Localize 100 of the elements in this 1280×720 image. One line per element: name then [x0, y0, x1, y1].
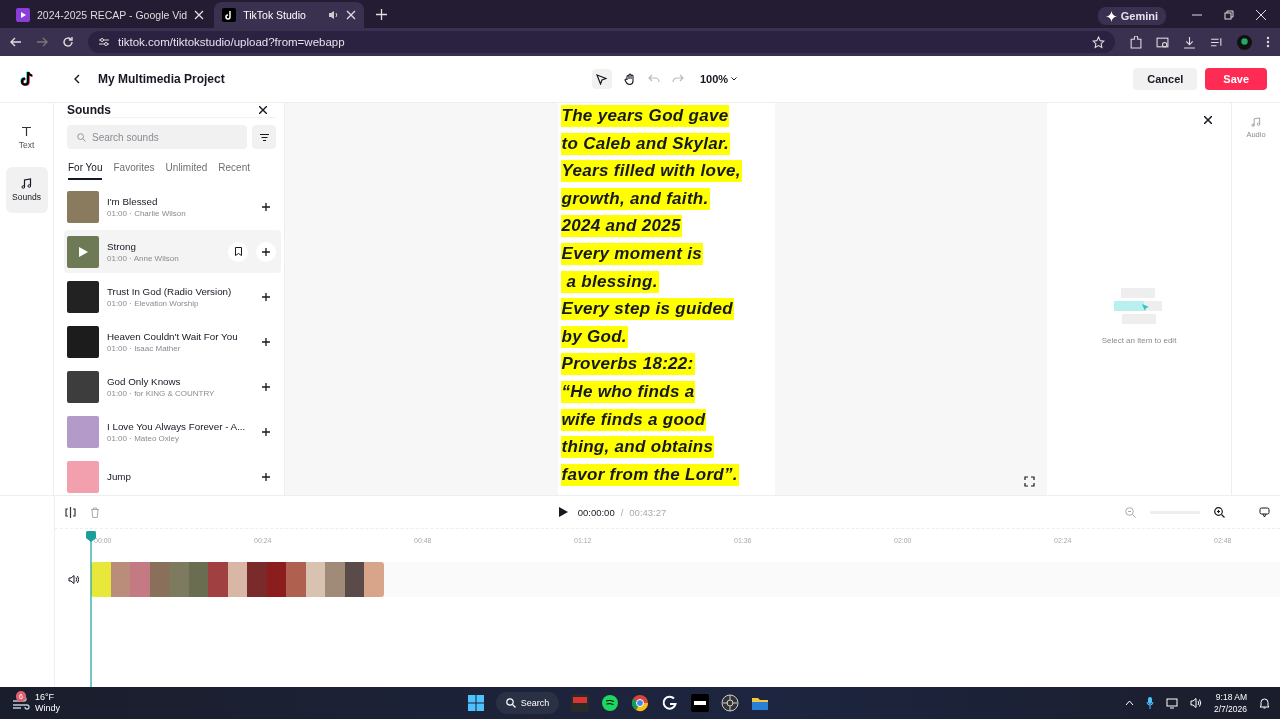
browser-tab[interactable]: TikTok Studio [214, 2, 365, 28]
sound-title: Strong [107, 240, 137, 252]
more-menu-icon[interactable] [1266, 36, 1270, 48]
play-icon[interactable] [558, 507, 568, 517]
plus-icon [262, 292, 270, 301]
reload-icon[interactable] [62, 36, 74, 48]
letter-t-icon [21, 126, 32, 137]
g-logo-app-icon[interactable] [661, 694, 680, 712]
album-art-placeholder [67, 280, 99, 313]
close-icon[interactable] [259, 106, 267, 114]
sound-title: Trust In God (Radio Version) [107, 285, 233, 297]
total-duration: 00:43:27 [629, 506, 667, 518]
bell-icon[interactable] [1259, 697, 1270, 709]
restore-icon[interactable] [1224, 10, 1234, 20]
speaker-icon[interactable] [67, 574, 79, 585]
split-icon[interactable] [65, 506, 76, 518]
sound-title: God Only Knows [107, 375, 182, 387]
save-button[interactable]: Save [1205, 68, 1267, 90]
weather-text: Windy [35, 703, 60, 714]
sound-item[interactable]: Jump [64, 455, 281, 495]
fullscreen-icon[interactable] [1024, 476, 1035, 487]
sparkle-icon [1105, 10, 1117, 22]
note-logo-icon[interactable] [20, 71, 34, 87]
time-separator: / [620, 506, 624, 518]
caption-icon[interactable] [1259, 506, 1270, 518]
address-bar[interactable]: tiktok.com/tiktokstudio/upload?from=webapp [88, 31, 1115, 53]
browser-app-icon[interactable] [631, 694, 650, 712]
sound-details: 01:00 · Charlie Wilson [107, 208, 187, 218]
sound-title: I'm Blessed [107, 195, 159, 207]
temperature-text: 16°F [35, 692, 56, 703]
sound-tab[interactable]: Recent [218, 158, 250, 180]
video-icon [16, 8, 30, 22]
plus-icon [262, 427, 270, 436]
clock-date: 2/7/2026 [1213, 703, 1247, 715]
zoom-in-icon[interactable] [1214, 506, 1225, 518]
speaker-icon [327, 9, 340, 21]
sidebar-item[interactable]: Sounds [5, 167, 48, 213]
sound-title: I Love You Always Forever - A... [107, 420, 247, 432]
close-icon [1204, 116, 1212, 124]
download-icon[interactable] [1183, 35, 1196, 49]
playhead-icon[interactable] [86, 531, 96, 687]
sound-tab[interactable]: Unlimited [165, 158, 208, 180]
chevron-up-icon[interactable] [1124, 700, 1134, 706]
sound-details: 01:00 · Mateo Oxley [107, 433, 181, 443]
sound-item[interactable]: Strong 01:00 · Anne Wilson [64, 230, 281, 273]
sound-item[interactable]: I Love You Always Forever - A... 01:00 · Mateo Oxley [64, 410, 281, 453]
sound-details: 01:00 · Anne Wilson [107, 253, 180, 263]
windows-start-icon[interactable] [467, 695, 484, 711]
plus-icon [262, 472, 270, 481]
back-arrow-icon[interactable] [10, 36, 22, 48]
search-icon [505, 698, 516, 708]
gemini-button[interactable]: Gemini [1097, 7, 1166, 25]
chevron-left-icon [73, 74, 81, 84]
close-button[interactable] [1204, 116, 1214, 126]
plus-icon [262, 382, 270, 391]
filter-button[interactable] [252, 125, 276, 149]
album-art-placeholder [67, 190, 99, 223]
video-clip[interactable] [91, 562, 384, 597]
sound-item[interactable]: Trust In God (Radio Version) 01:00 · Elevation Worship [64, 275, 281, 318]
add-button[interactable] [256, 241, 276, 262]
sidebar-item[interactable]: Text [5, 115, 48, 161]
caret-icon [731, 77, 738, 81]
sound-item[interactable]: I'm Blessed 01:00 · Charlie Wilson [64, 185, 281, 228]
plus-icon [262, 247, 270, 256]
forward-arrow-icon[interactable] [36, 36, 48, 48]
microphone-icon[interactable] [1145, 697, 1154, 709]
sound-title: Heaven Couldn't Wait For You [107, 330, 239, 342]
search-icon [77, 132, 86, 142]
profile-avatar-icon[interactable] [1237, 34, 1252, 50]
taskbar-search[interactable]: Search [495, 692, 560, 714]
sound-details: 01:00 · for KING & COUNTRY [107, 388, 216, 398]
bookmark-button[interactable] [228, 241, 248, 262]
screen-search-icon[interactable] [1156, 35, 1169, 49]
album-art-placeholder [67, 370, 99, 403]
music-app-icon[interactable] [601, 694, 620, 712]
sound-tab[interactable]: Favorites [113, 158, 155, 180]
music-note-icon [1251, 117, 1261, 127]
plus-icon [262, 202, 270, 211]
puzzle-icon[interactable] [1129, 35, 1142, 49]
plus-icon[interactable] [376, 9, 388, 20]
cancel-button[interactable]: Cancel [1133, 68, 1198, 90]
network-icon[interactable] [1165, 697, 1178, 709]
browser-tab[interactable]: 2024-2025 RECAP - Google Vid [8, 2, 213, 28]
speaker-icon[interactable] [1189, 697, 1202, 709]
star-icon[interactable] [1092, 35, 1105, 49]
select-tool-button[interactable] [591, 69, 612, 89]
playlist-icon[interactable] [1210, 35, 1223, 49]
hand-icon[interactable] [623, 73, 636, 85]
music-note-icon [21, 178, 32, 189]
zoom-dropdown[interactable]: 100% [695, 73, 742, 85]
mixer-app-icon[interactable] [571, 694, 590, 712]
sound-item[interactable]: Heaven Couldn't Wait For You 01:00 · Isaac Mather [64, 320, 281, 363]
pointer-icon [596, 73, 608, 85]
search-field[interactable]: Search sounds [67, 125, 247, 149]
sound-item[interactable]: God Only Knows 01:00 · for KING & COUNTRY [64, 365, 281, 408]
sound-title: Jump [107, 471, 132, 482]
sound-tab[interactable]: For You [68, 158, 103, 180]
album-art-placeholder [67, 325, 99, 358]
note-logo-icon [222, 8, 237, 22]
sound-details: 01:00 · Elevation Worship [107, 298, 200, 308]
